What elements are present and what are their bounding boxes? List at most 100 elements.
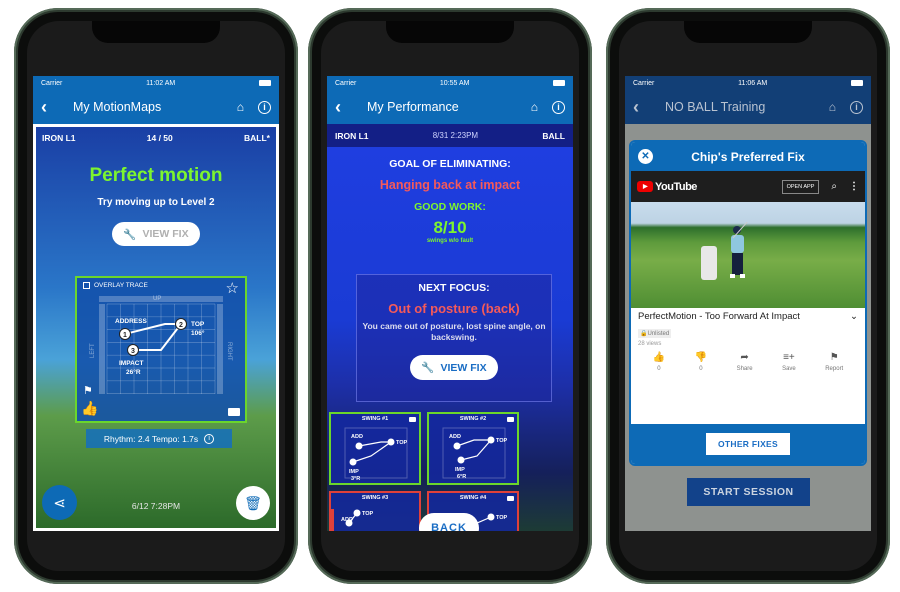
start-session-button[interactable]: START SESSION [687, 478, 810, 506]
golfer-figure [730, 222, 748, 278]
view-fix-label: VIEW FIX [440, 361, 487, 374]
video-title-row[interactable]: PerfectMotion - Too Forward At Impact ⌄ [638, 311, 858, 322]
video-camera-icon[interactable] [228, 408, 240, 416]
open-app-button[interactable]: OPEN APP [781, 179, 820, 194]
info-icon[interactable]: i [204, 433, 215, 444]
swing-card-2[interactable]: SWING #2 ADD TOP IMP 6°R [427, 412, 519, 485]
phone-bezel: Carrier 11:06 AM ‹ NO BALL Training ⌂ i … [610, 12, 886, 580]
back-button[interactable]: ‹ [41, 97, 63, 118]
svg-text:IMP: IMP [455, 467, 465, 473]
info-icon[interactable]: i [258, 100, 271, 114]
phone-screen: Carrier 11:06 AM ‹ NO BALL Training ⌂ i … [619, 21, 877, 571]
svg-text:2: 2 [179, 322, 183, 329]
view-fix-button[interactable]: 🔧 VIEW FIX [112, 222, 200, 246]
swing-map: ADD TOP [331, 509, 374, 531]
status-time: 11:02 AM [146, 79, 176, 87]
visibility-badge: 🔒Unlisted [638, 329, 672, 338]
back-pill-button[interactable]: BACK [419, 513, 479, 531]
good-work-label: GOOD WORK: [414, 201, 486, 213]
motionmap-card: IRON L1 14 / 50 BALL* Perfect motion Try… [33, 124, 279, 531]
axis-right-label: RIGHT [226, 342, 232, 361]
status-time: 10:55 AM [439, 79, 470, 87]
video-player[interactable] [631, 202, 865, 308]
info-icon[interactable]: i [850, 100, 863, 114]
home-icon[interactable]: ⌂ [237, 100, 244, 114]
info-icon[interactable]: i [552, 100, 565, 114]
performance-body: GOAL OF ELIMINATING: Hanging back at imp… [327, 147, 573, 531]
report-button[interactable]: ⚑ Report [825, 352, 843, 372]
overlay-trace-toggle[interactable]: OVERLAY TRACE [83, 282, 148, 289]
youtube-brand: YouTube [655, 180, 697, 193]
thumbs-down-icon: 👎 [694, 352, 708, 363]
flag-icon: ⚑ [829, 352, 839, 363]
carrier-label: Carrier [335, 79, 357, 87]
phone-bezel: Carrier 10:55 AM ‹ My Performance ⌂ i IR… [312, 12, 588, 580]
nav-bar: ‹ My Performance ⌂ i [327, 90, 573, 124]
delete-button[interactable]: 🗑 [236, 486, 270, 520]
svg-text:ADD: ADD [351, 434, 363, 440]
score-caption: swings w/o fault [426, 238, 474, 244]
home-icon[interactable]: ⌂ [531, 100, 538, 114]
swing-card-3[interactable]: SWING #3 ADD TOP [329, 491, 421, 531]
rhythm-tempo-badge: Rhythm: 2.4 Tempo: 1.7s i [86, 429, 232, 448]
battery-icon [553, 80, 565, 86]
share-label: Share [736, 366, 753, 372]
youtube-play-icon: ▶ [637, 181, 653, 192]
share-icon: ⋖ [53, 494, 66, 512]
svg-text:TOP: TOP [496, 515, 508, 521]
motion-map-grid: UP LEFT RIGHT 1 2 3 ADDRESS TOP 106° IMP… [90, 296, 232, 394]
battery-icon [850, 80, 863, 86]
nav-bar: ‹ My MotionMaps ⌂ i [33, 90, 279, 124]
swing-map: ADD TOP IMP 3°R [344, 427, 408, 482]
share-button[interactable]: ⋖ [42, 485, 77, 520]
phone-screen: Carrier 11:02 AM ‹ My MotionMaps ⌂ i IRO… [27, 21, 285, 571]
view-fix-label: VIEW FIX [142, 228, 189, 240]
swing-card-1[interactable]: SWING #1 ADD TOP IMP 3°R [329, 412, 421, 485]
dislike-button[interactable]: 👎 0 [695, 352, 707, 372]
mode-label: BALL [542, 130, 565, 141]
home-icon[interactable]: ⌂ [829, 100, 836, 114]
modal-footer: OTHER FIXES [631, 424, 865, 464]
view-fix-button[interactable]: 🔧 VIEW FIX [410, 355, 498, 380]
back-button[interactable]: ‹ [633, 97, 655, 118]
next-focus-card: NEXT FOCUS: Out of posture (back) You ca… [356, 274, 552, 402]
nav-bar: ‹ NO BALL Training ⌂ i [625, 90, 871, 124]
other-fixes-button[interactable]: OTHER FIXES [706, 433, 790, 455]
trash-icon: 🗑 [244, 494, 262, 511]
impact-label: IMPACT [119, 360, 143, 367]
like-button[interactable]: 👍 0 [653, 352, 665, 372]
search-icon[interactable]: ⌕ [831, 181, 837, 192]
top-label: TOP [191, 321, 205, 328]
impact-value: 26°R [126, 368, 141, 376]
app-noball-training: Carrier 11:06 AM ‹ NO BALL Training ⌂ i … [625, 76, 871, 531]
svg-text:TOP: TOP [496, 438, 508, 444]
back-button[interactable]: ‹ [335, 97, 357, 118]
carrier-label: Carrier [41, 79, 63, 87]
more-vert-icon[interactable]: ⋮ [849, 181, 859, 192]
app-performance: Carrier 10:55 AM ‹ My Performance ⌂ i IR… [327, 76, 573, 531]
swing-count: 14 / 50 [146, 133, 173, 143]
save-button[interactable]: ≡+ Save [782, 352, 796, 372]
phone-noball-training: Carrier 11:06 AM ‹ NO BALL Training ⌂ i … [606, 8, 890, 584]
svg-text:1: 1 [123, 332, 127, 339]
close-icon[interactable]: ✕ [638, 149, 653, 164]
carrier-label: Carrier [633, 79, 655, 87]
page-title: NO BALL Training [665, 100, 766, 114]
golf-bag [701, 246, 717, 280]
phone-motionmaps: Carrier 11:02 AM ‹ My MotionMaps ⌂ i IRO… [14, 8, 298, 584]
result-subline: Try moving up to Level 2 [97, 197, 215, 208]
thumbs-up-icon: 👍 [652, 352, 666, 363]
session-header: IRON L1 8/31 2:23PM BALL [327, 124, 573, 147]
phone-performance: Carrier 10:55 AM ‹ My Performance ⌂ i IR… [308, 8, 592, 584]
modal-header: ✕ Chip's Preferred Fix [631, 142, 865, 171]
video-title: PerfectMotion - Too Forward At Impact [638, 311, 800, 322]
overlay-checkbox[interactable] [83, 282, 90, 289]
dimmed-background: Carrier 11:06 AM ‹ NO BALL Training ⌂ i … [625, 76, 871, 531]
chevron-down-icon[interactable]: ⌄ [850, 311, 858, 322]
app-motionmaps: Carrier 11:02 AM ‹ My MotionMaps ⌂ i IRO… [33, 76, 279, 531]
star-icon[interactable]: ☆ [226, 279, 239, 297]
share-button[interactable]: ➦ Share [737, 352, 753, 372]
youtube-bar: ▶ YouTube OPEN APP ⌕ ⋮ [631, 171, 865, 202]
youtube-logo[interactable]: ▶ YouTube [637, 181, 697, 193]
view-count: 28 views [638, 341, 662, 347]
